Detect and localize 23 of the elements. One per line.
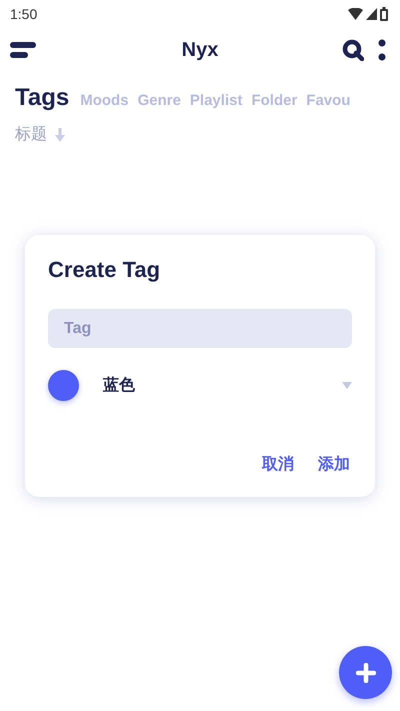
search-icon[interactable] bbox=[342, 39, 364, 61]
category-tab[interactable]: Folder bbox=[251, 92, 298, 109]
menu-icon[interactable] bbox=[10, 41, 36, 59]
tag-input-field[interactable]: Tag bbox=[48, 309, 352, 348]
category-tab[interactable]: Playlist bbox=[190, 92, 242, 109]
category-tab[interactable]: Genre bbox=[138, 92, 181, 109]
clock-time: 1:50 bbox=[10, 6, 38, 22]
plus-icon bbox=[356, 662, 376, 682]
color-swatch[interactable] bbox=[48, 370, 79, 400]
app-title: Nyx bbox=[182, 38, 218, 60]
cancel-button[interactable]: 取消 bbox=[260, 452, 296, 477]
color-name[interactable]: 蓝色 bbox=[103, 374, 342, 396]
battery-icon bbox=[380, 7, 388, 21]
category-tab[interactable]: Tags bbox=[15, 84, 70, 112]
add-fab-button[interactable] bbox=[339, 646, 392, 699]
dialog-title: Create Tag bbox=[48, 257, 162, 283]
add-button[interactable]: 添加 bbox=[316, 452, 352, 477]
signal-icon bbox=[366, 8, 377, 20]
category-tab[interactable]: Favou bbox=[306, 92, 350, 109]
more-options-icon[interactable] bbox=[378, 39, 386, 61]
wifi-icon bbox=[348, 8, 363, 20]
category-tab[interactable]: Moods bbox=[80, 92, 129, 109]
sort-label[interactable]: 标题 bbox=[15, 124, 47, 145]
